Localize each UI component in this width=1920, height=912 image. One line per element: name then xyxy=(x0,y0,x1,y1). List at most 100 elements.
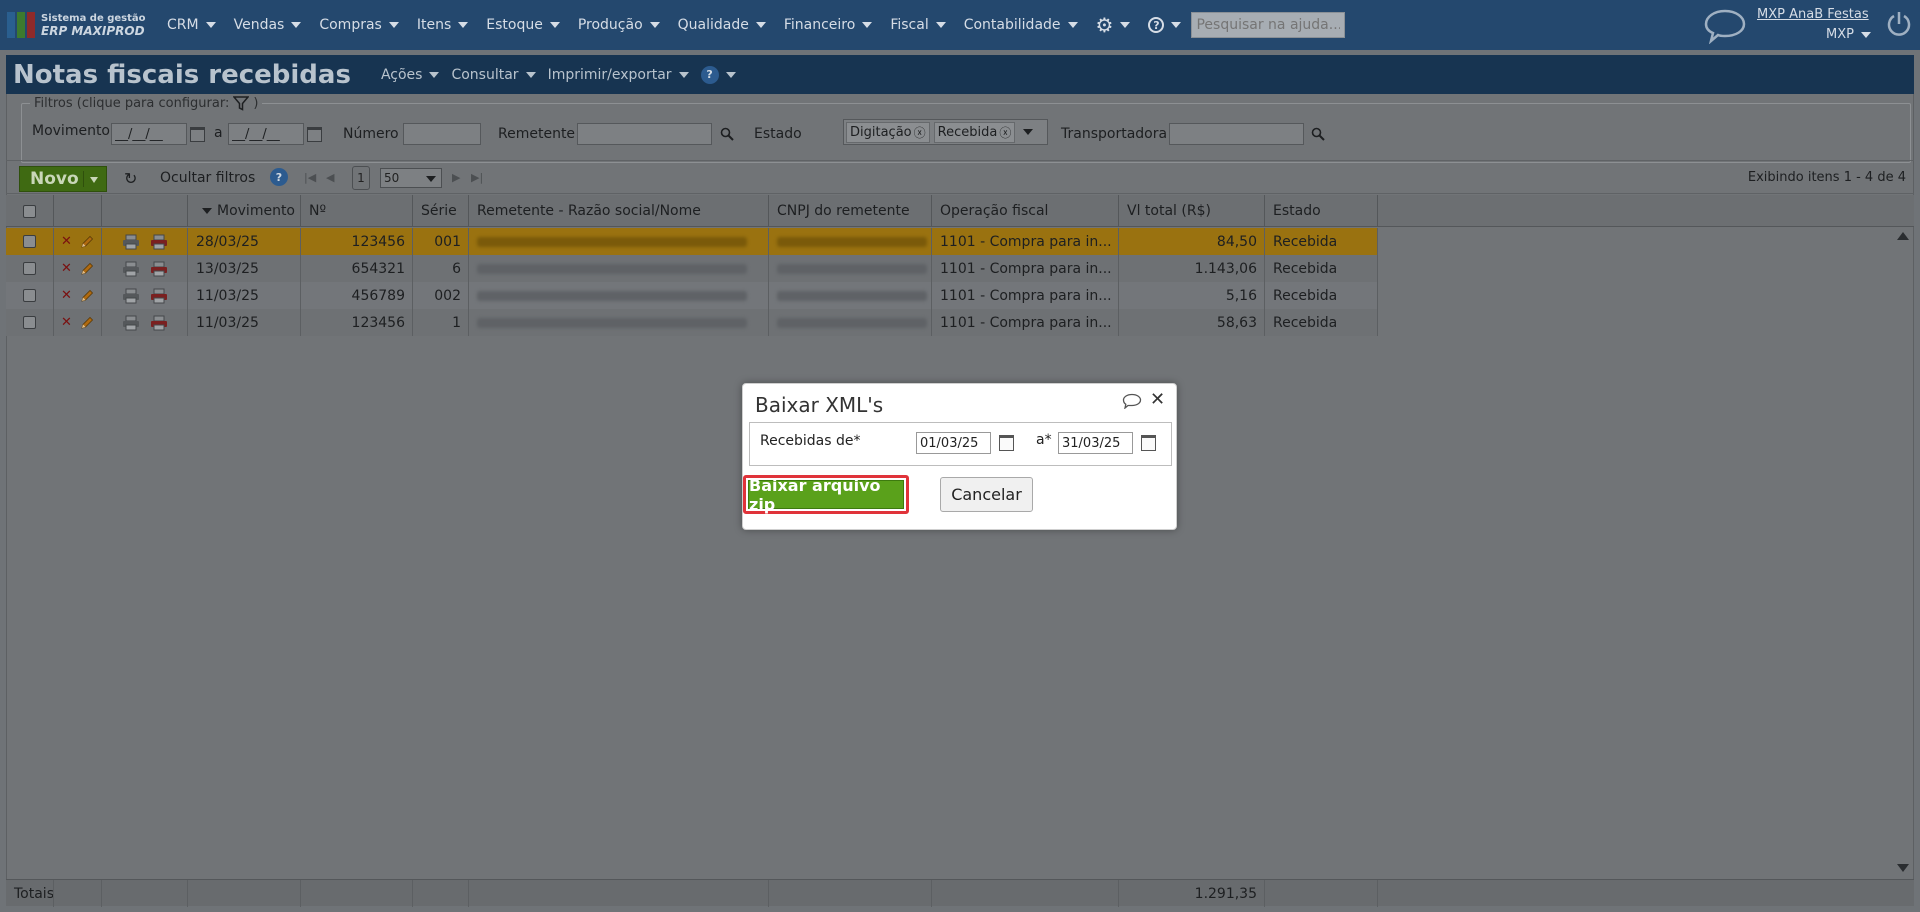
table-row[interactable]: ✕ 11/03/25 456789 002 1101 - Compra para in.… xyxy=(6,282,1378,309)
delete-icon[interactable]: ✕ xyxy=(61,288,72,303)
search-icon[interactable] xyxy=(1311,127,1325,141)
menu-crm[interactable]: CRM xyxy=(167,17,216,33)
row-checkbox[interactable] xyxy=(23,235,36,248)
chevron-down-icon[interactable] xyxy=(1023,129,1034,135)
transportadora-input[interactable] xyxy=(1169,123,1304,145)
search-icon[interactable] xyxy=(720,127,734,141)
col-total[interactable]: Vl total (R$) xyxy=(1119,195,1265,227)
chat-icon[interactable] xyxy=(1122,393,1142,409)
help-icon[interactable]: ? xyxy=(270,168,288,186)
numero-input[interactable] xyxy=(403,123,481,145)
prev-page-icon[interactable]: ◀ xyxy=(326,171,334,184)
print-danfe-icon[interactable] xyxy=(150,288,168,304)
col-operacao[interactable]: Operação fiscal xyxy=(932,195,1119,227)
col-movimento[interactable]: Movimento xyxy=(188,195,301,227)
delete-icon[interactable]: ✕ xyxy=(61,315,72,330)
cell-total: 5,16 xyxy=(1119,282,1265,309)
estado-tag-digitacao[interactable]: Digitação ⓧ xyxy=(846,121,930,143)
edit-icon[interactable] xyxy=(80,316,94,330)
menu-financeiro[interactable]: Financeiro xyxy=(784,17,873,33)
menu-producao[interactable]: Produção xyxy=(578,17,660,33)
remove-tag-icon[interactable]: ⓧ xyxy=(914,124,926,141)
row-checkbox[interactable] xyxy=(23,289,36,302)
cell-estado: Recebida xyxy=(1265,282,1378,309)
recebidas-from-input[interactable] xyxy=(916,432,991,454)
menu-qualidade[interactable]: Qualidade xyxy=(678,17,766,33)
menu-imprimir-exportar[interactable]: Imprimir/exportar xyxy=(548,67,689,83)
row-checkbox[interactable] xyxy=(23,316,36,329)
help-search-input[interactable] xyxy=(1191,12,1346,38)
estado-multiselect[interactable]: Digitação ⓧ Recebida ⓧ xyxy=(843,119,1048,145)
chat-icon[interactable] xyxy=(1703,8,1747,44)
edit-icon[interactable] xyxy=(80,289,94,303)
calendar-icon[interactable] xyxy=(307,127,322,142)
table-row[interactable]: ✕ 13/03/25 654321 6 1101 - Compra para in...… xyxy=(6,255,1378,282)
col-serie[interactable]: Série xyxy=(413,195,469,227)
user-name-link[interactable]: MXP AnaB Festas xyxy=(1757,7,1869,22)
help-menu[interactable]: ? xyxy=(1148,17,1182,33)
filter-icon[interactable] xyxy=(233,96,250,111)
estado-label: Estado xyxy=(754,126,802,142)
cancel-button[interactable]: Cancelar xyxy=(940,477,1033,512)
print-danfe-icon[interactable] xyxy=(150,315,168,331)
page-help-menu[interactable]: ? xyxy=(700,65,736,84)
first-page-icon[interactable]: |◀ xyxy=(304,171,316,184)
filters-legend[interactable]: Filtros (clique para configurar: ) xyxy=(30,96,263,111)
menu-fiscal[interactable]: Fiscal xyxy=(890,17,946,33)
movimento-label: Movimento xyxy=(32,123,110,139)
calendar-icon[interactable] xyxy=(190,127,205,142)
remetente-input[interactable] xyxy=(577,123,712,145)
calendar-icon[interactable] xyxy=(999,435,1014,451)
chevron-down-icon[interactable] xyxy=(90,177,98,183)
page-number[interactable]: 1 xyxy=(352,166,370,190)
gear-icon: ⚙ xyxy=(1095,13,1114,37)
delete-icon[interactable]: ✕ xyxy=(61,234,72,249)
refresh-icon[interactable]: ↻ xyxy=(124,169,137,188)
edit-icon[interactable] xyxy=(80,262,94,276)
print-danfe-icon[interactable] xyxy=(150,261,168,277)
close-icon[interactable]: ✕ xyxy=(1150,389,1165,410)
print-icon[interactable] xyxy=(122,288,140,304)
print-danfe-icon[interactable] xyxy=(150,234,168,250)
select-all-checkbox[interactable] xyxy=(23,204,36,218)
company-selector[interactable]: MXP xyxy=(1826,27,1871,42)
menu-consultar[interactable]: Consultar xyxy=(451,67,536,83)
col-cnpj[interactable]: CNPJ do remetente xyxy=(769,195,932,227)
hide-filters-button[interactable]: Ocultar filtros xyxy=(160,170,255,186)
recebidas-to-input[interactable] xyxy=(1058,432,1133,454)
logo[interactable]: Sistema de gestão ERP MAXIPROD xyxy=(7,12,147,38)
col-numero[interactable]: Nº xyxy=(301,195,413,227)
power-icon[interactable] xyxy=(1886,10,1912,38)
table-row[interactable]: ✕ 11/03/25 123456 1 1101 - Compra para in...… xyxy=(6,309,1378,336)
col-estado[interactable]: Estado xyxy=(1265,195,1378,227)
menu-vendas[interactable]: Vendas xyxy=(234,17,302,33)
page-size-select[interactable]: 50 xyxy=(380,168,442,188)
novo-button[interactable]: Novo xyxy=(19,166,107,192)
settings-menu[interactable]: ⚙ xyxy=(1096,13,1131,37)
menu-itens[interactable]: Itens xyxy=(417,17,469,33)
remove-tag-icon[interactable]: ⓧ xyxy=(999,124,1011,141)
menu-acoes[interactable]: Ações xyxy=(381,67,440,83)
movimento-from-input[interactable] xyxy=(111,123,187,145)
edit-icon[interactable] xyxy=(80,235,94,249)
print-icon[interactable] xyxy=(122,315,140,331)
estado-tag-recebida[interactable]: Recebida ⓧ xyxy=(933,121,1016,143)
col-remetente[interactable]: Remetente - Razão social/Nome xyxy=(469,195,769,227)
row-checkbox[interactable] xyxy=(23,262,36,275)
baixar-zip-button[interactable]: Baixar arquivo zip xyxy=(748,476,904,514)
delete-icon[interactable]: ✕ xyxy=(61,261,72,276)
menu-compras[interactable]: Compras xyxy=(319,17,399,33)
movimento-to-input[interactable] xyxy=(228,123,304,145)
scroll-down-icon[interactable] xyxy=(1897,864,1909,872)
menu-estoque[interactable]: Estoque xyxy=(486,17,560,33)
cell-cnpj xyxy=(769,282,932,309)
calendar-icon[interactable] xyxy=(1141,435,1156,451)
menu-contabilidade[interactable]: Contabilidade xyxy=(964,17,1078,33)
items-count: Exibindo itens 1 - 4 de 4 xyxy=(1747,170,1906,185)
last-page-icon[interactable]: ▶| xyxy=(471,171,483,184)
print-icon[interactable] xyxy=(122,261,140,277)
next-page-icon[interactable]: ▶ xyxy=(452,171,460,184)
table-row[interactable]: ✕ 28/03/25 123456 001 1101 - Compra para in.… xyxy=(6,228,1378,255)
scroll-up-icon[interactable] xyxy=(1897,232,1909,240)
print-icon[interactable] xyxy=(122,234,140,250)
